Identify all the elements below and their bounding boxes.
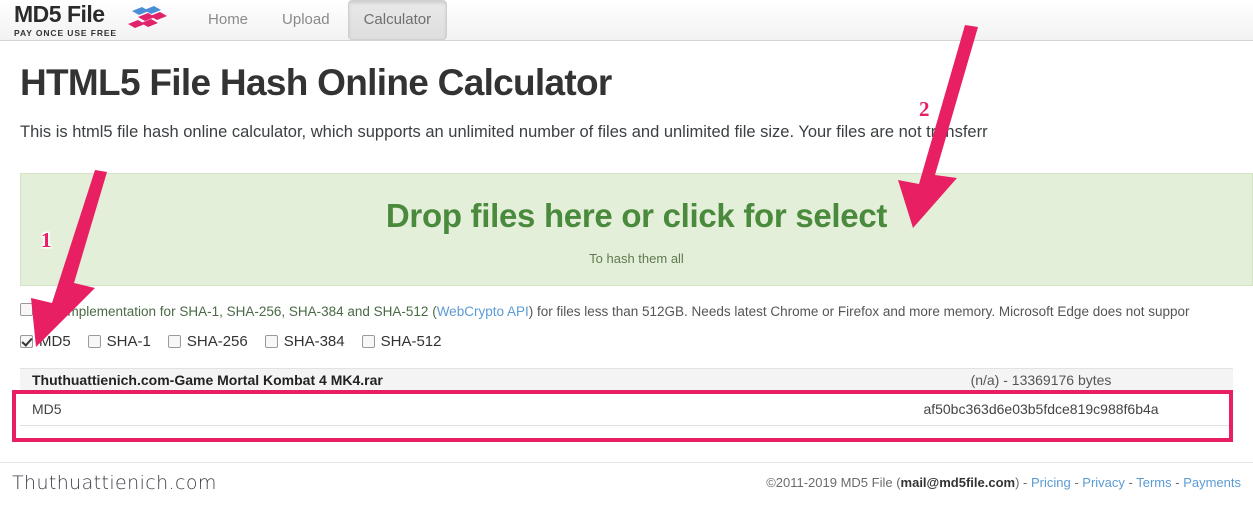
note-text-before: test implementation for SHA-1, SHA-256, …	[39, 304, 437, 319]
checkbox-sha512[interactable]	[361, 335, 375, 348]
page-content: HTML5 File Hash Online Calculator This i…	[20, 41, 1253, 143]
webcrypto-api-link[interactable]: WebCrypto API	[437, 304, 529, 319]
algorithm-option-sha1[interactable]: SHA-1	[87, 333, 151, 350]
checkbox-sha384[interactable]	[264, 335, 278, 348]
page-description: This is html5 file hash online calculato…	[20, 123, 988, 141]
navbar: MD5 File PAY ONCE USE FREE Home Upload C…	[0, 0, 1253, 41]
footer-sep-1: -	[1070, 475, 1083, 490]
brand-logo-link[interactable]: MD5 File PAY ONCE USE FREE	[14, 0, 170, 38]
dropzone-title: Drop files here or click for select	[385, 197, 888, 234]
dropzone-subtitle: To hash them all	[589, 251, 684, 266]
footer-link-privacy[interactable]: Privacy	[1082, 475, 1125, 490]
nav-link-calculator[interactable]: Calculator	[347, 0, 448, 40]
main-navigation: Home Upload Calculator	[192, 0, 448, 41]
footer-copyright-text: ©2011-2019 MD5 File (	[766, 475, 901, 490]
label-md5[interactable]: MD5	[39, 333, 71, 350]
results-table: Thuthuattienich.com-Game Mortal Kombat 4…	[20, 368, 1233, 426]
file-meta: (n/a) - 13369176 bytes	[970, 372, 1112, 388]
table-row-hash: MD5 af50bc363d6e03b5fdce819c988f6b4a	[20, 392, 1233, 426]
label-sha512[interactable]: SHA-512	[381, 333, 442, 350]
webcrypto-checkbox[interactable]	[20, 303, 33, 316]
diamond-blocks-logo-icon	[124, 5, 170, 35]
webcrypto-note-row: test implementation for SHA-1, SHA-256, …	[20, 303, 1253, 320]
footer-email[interactable]: mail@md5file.com	[901, 475, 1016, 490]
footer-sep-2: -	[1124, 475, 1137, 490]
site-watermark: Thuthuattienich.com	[12, 472, 217, 494]
label-sha384[interactable]: SHA-384	[284, 333, 345, 350]
checkbox-md5[interactable]	[20, 335, 33, 348]
page-title: HTML5 File Hash Online Calculator	[20, 62, 612, 103]
footer-copyright: ©2011-2019 MD5 File (mail@md5file.com) -…	[766, 475, 1241, 490]
label-sha256[interactable]: SHA-256	[187, 333, 248, 350]
brand-title: MD5 File	[14, 0, 105, 27]
note-text-after: ) for files less than 512GB. Needs lates…	[528, 304, 1190, 319]
brand-text: MD5 File PAY ONCE USE FREE	[14, 0, 118, 38]
hash-value[interactable]: af50bc363d6e03b5fdce819c988f6b4a	[861, 401, 1221, 417]
checkbox-sha256[interactable]	[167, 335, 181, 348]
footer-link-pricing[interactable]: Pricing	[1031, 475, 1071, 490]
footer-link-terms[interactable]: Terms	[1136, 475, 1171, 490]
algorithm-option-sha512[interactable]: SHA-512	[361, 333, 442, 350]
file-name: Thuthuattienich.com-Game Mortal Kombat 4…	[32, 372, 383, 388]
algorithm-option-sha384[interactable]: SHA-384	[264, 333, 345, 350]
nav-link-home[interactable]: Home	[192, 0, 264, 40]
footer-sep-3: -	[1171, 475, 1184, 490]
algorithm-option-md5[interactable]: MD5	[20, 333, 71, 350]
checkbox-sha1[interactable]	[87, 335, 101, 348]
webcrypto-note-text: test implementation for SHA-1, SHA-256, …	[39, 303, 1190, 320]
footer-after-email: ) -	[1015, 475, 1031, 490]
label-sha1[interactable]: SHA-1	[107, 333, 151, 350]
nav-link-upload[interactable]: Upload	[266, 0, 346, 40]
table-row-file-header: Thuthuattienich.com-Game Mortal Kombat 4…	[20, 368, 1233, 392]
algorithm-option-sha256[interactable]: SHA-256	[167, 333, 248, 350]
brand-subtitle: PAY ONCE USE FREE	[14, 27, 118, 38]
file-dropzone[interactable]: Drop files here or click for select To h…	[20, 173, 1253, 286]
algorithm-checkbox-group: MD5 SHA-1 SHA-256 SHA-384 SHA-512	[20, 333, 620, 350]
footer-link-payments[interactable]: Payments	[1183, 475, 1241, 490]
hash-algorithm-label: MD5	[32, 400, 62, 417]
